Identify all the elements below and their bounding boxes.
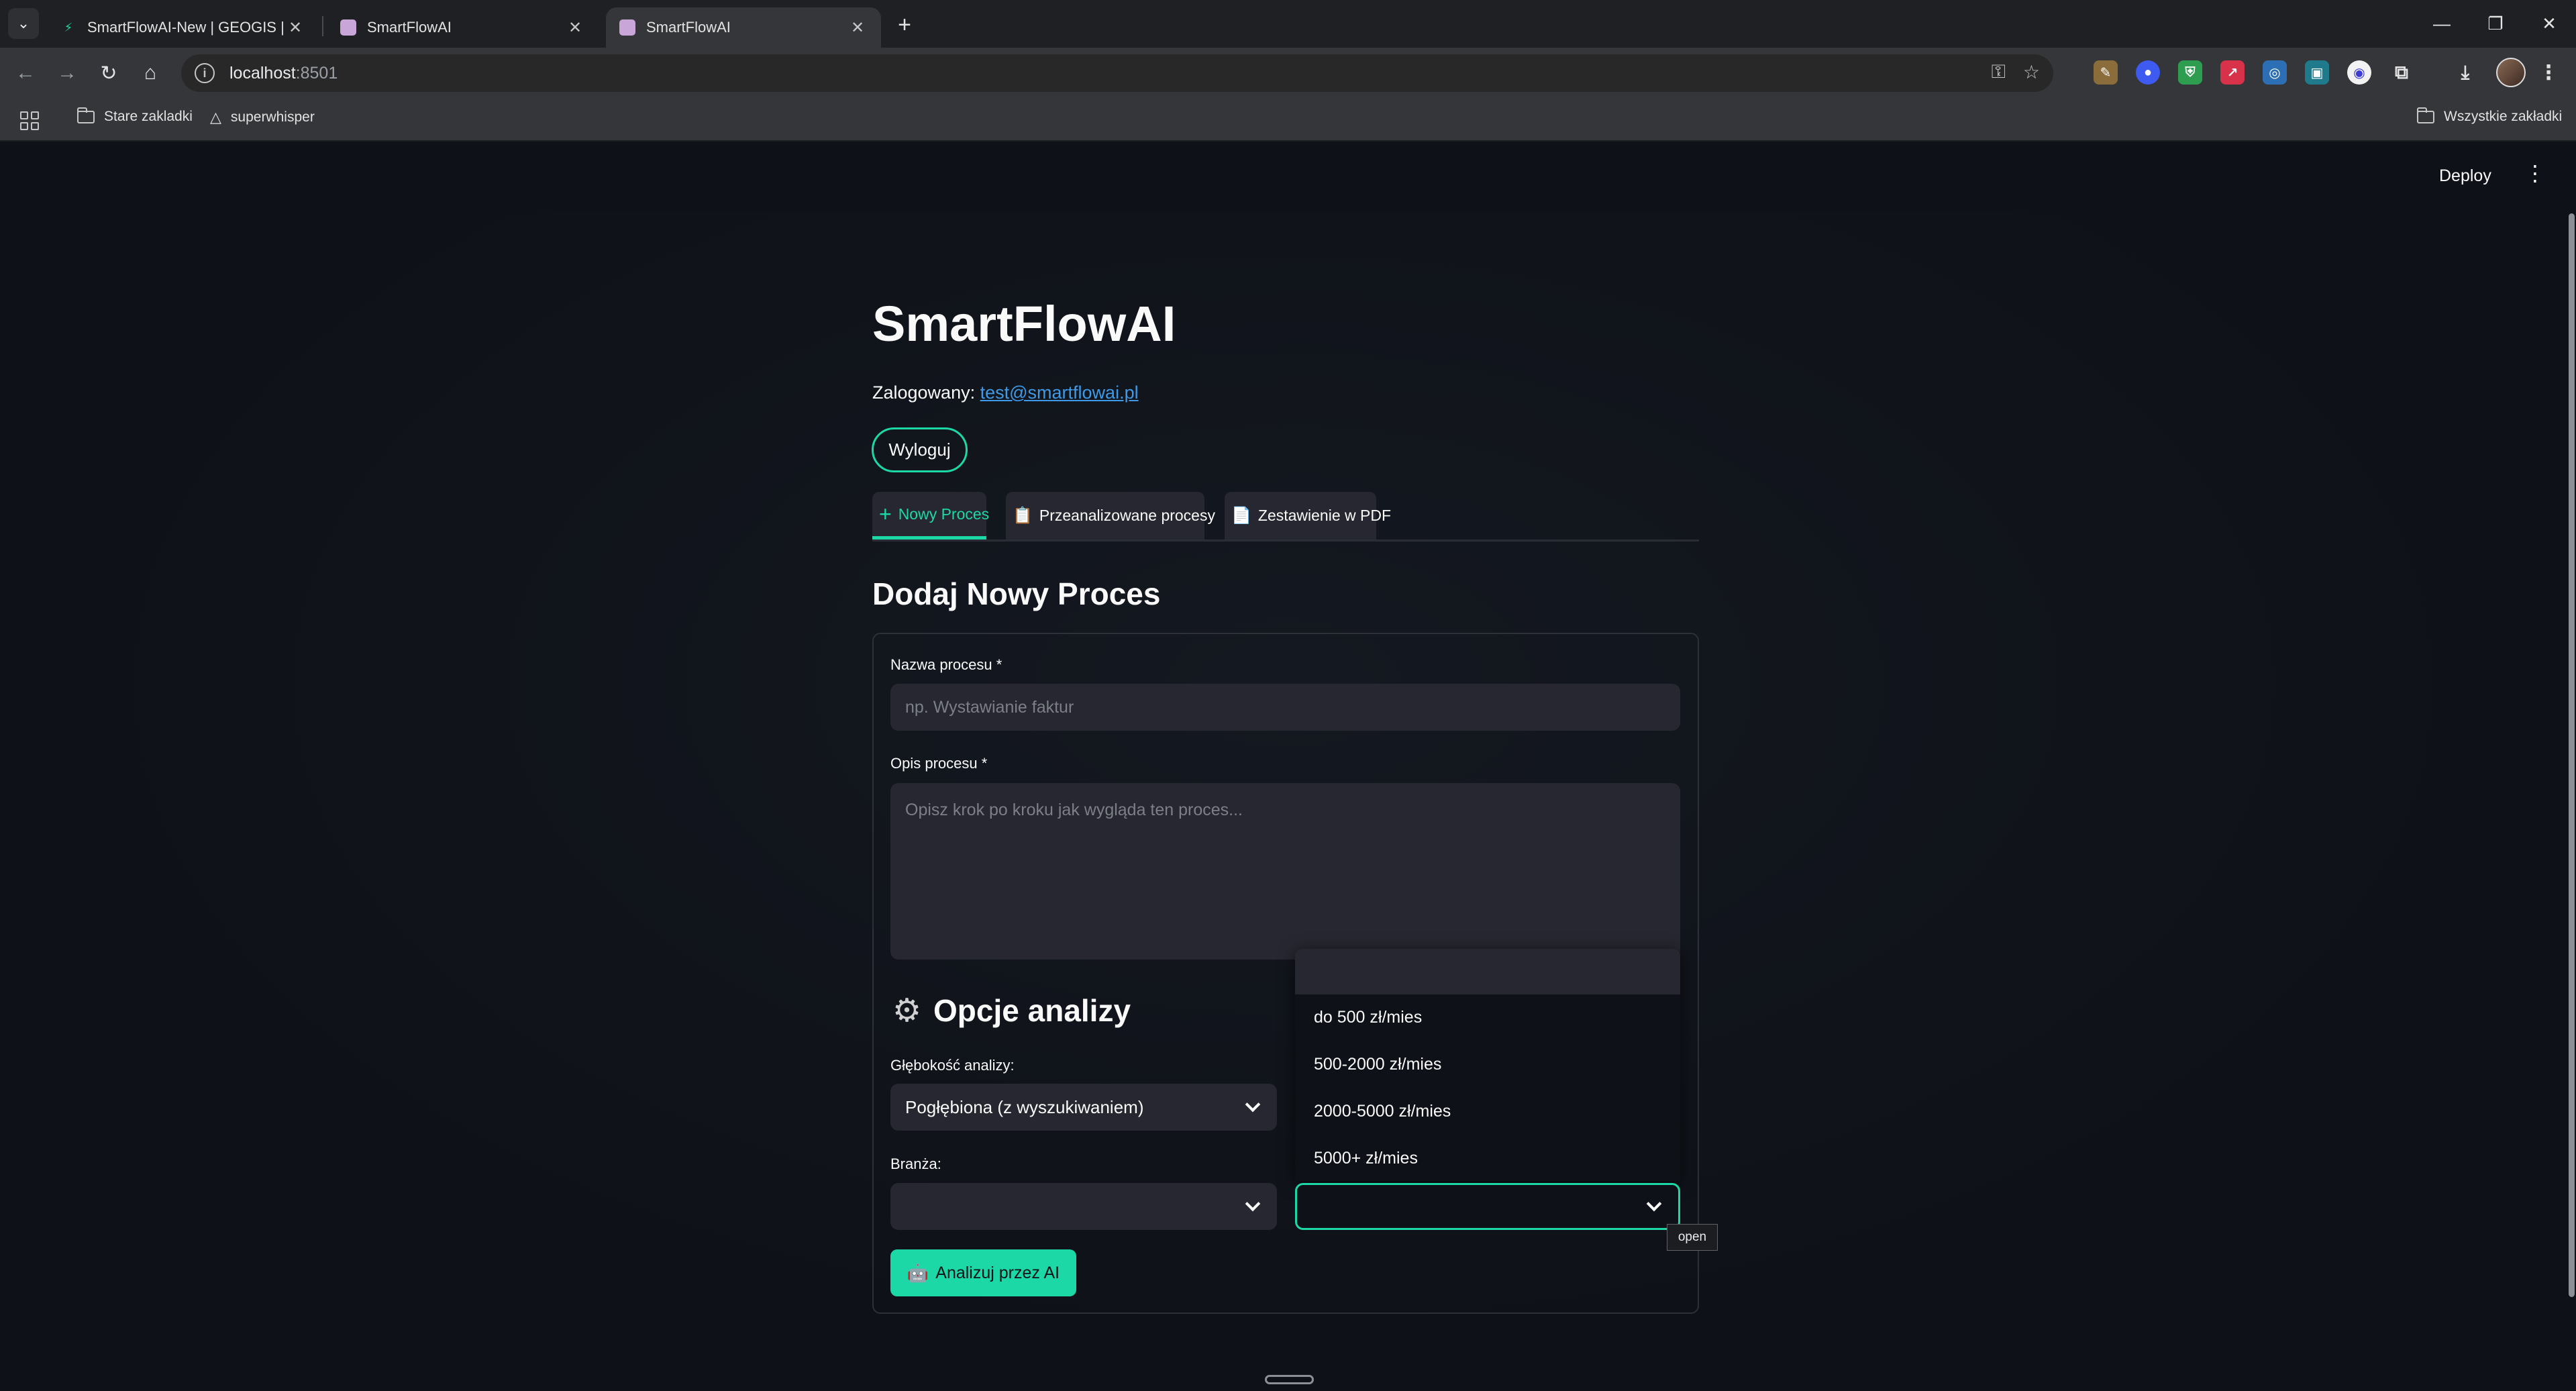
analyze-ai-button[interactable]: 🤖 Analizuj przez AI <box>890 1249 1076 1296</box>
close-icon[interactable]: ✕ <box>565 17 585 38</box>
tab-search-chevron-icon[interactable]: ⌄ <box>8 8 39 39</box>
resize-handle[interactable] <box>1265 1375 1314 1384</box>
all-bookmarks-label: Wszystkie zakładki <box>2444 109 2563 124</box>
address-bar[interactable]: i localhost :8501 ⚿ ☆ <box>181 54 2053 92</box>
tab-label: Przeanalizowane procesy <box>1039 507 1215 524</box>
logout-button[interactable]: Wyloguj <box>872 427 968 472</box>
bookmark-folder-stare[interactable]: Stare zakladki <box>77 107 193 125</box>
browser-toolbar: ← → ↻ ⌂ i localhost :8501 ⚿ ☆ ✎ ● ⛨ ↗ ◎ … <box>0 48 2576 99</box>
tab-zestawienie-pdf[interactable]: 📄 Zestawienie w PDF <box>1225 492 1391 539</box>
budget-option[interactable]: do 500 zł/mies <box>1314 1008 1422 1027</box>
tab-label: Nowy Proces <box>898 505 990 523</box>
process-name-input[interactable]: np. Wystawianie faktur <box>890 684 1680 731</box>
bookmarks-bar: Stare zakladki △ superwhisper Wszystkie … <box>0 99 2576 142</box>
extension-2-icon[interactable]: ● <box>2136 60 2160 85</box>
chevron-down-icon <box>1646 1196 1662 1212</box>
deploy-button[interactable]: Deploy <box>2439 166 2491 186</box>
tab-bar: + Nowy Proces 📋 Przeanalizowane procesy … <box>872 492 1699 542</box>
bookmark-label: superwhisper <box>230 109 315 125</box>
process-desc-label: Opis procesu * <box>890 755 988 772</box>
tab-label: Zestawienie w PDF <box>1257 507 1392 524</box>
back-arrow-icon[interactable]: ← <box>9 57 42 89</box>
logged-in-info: Zalogowany: test@smartflowai.pl <box>872 382 1139 403</box>
folder-icon <box>77 107 95 123</box>
extensions-puzzle-icon[interactable]: ⧉ <box>2389 60 2414 85</box>
profile-avatar[interactable] <box>2496 58 2526 87</box>
section-heading: Dodaj Nowy Proces <box>872 576 1161 611</box>
browser-menu-icon[interactable]: ⋮ <box>2536 60 2561 85</box>
password-key-icon[interactable]: ⚿ <box>1992 61 2006 83</box>
extension-6-icon[interactable]: ▣ <box>2305 60 2329 85</box>
bookmark-star-icon[interactable]: ☆ <box>2023 61 2040 83</box>
depth-select[interactable]: Pogłębiona (z wyszukiwaniem) <box>890 1084 1277 1131</box>
extension-4-icon[interactable]: ↗ <box>2220 60 2245 85</box>
window-close-icon[interactable]: ✕ <box>2522 0 2576 48</box>
home-icon[interactable]: ⌂ <box>134 57 166 89</box>
extension-7-icon[interactable]: ◉ <box>2347 60 2371 85</box>
tab-przeanalizowane[interactable]: 📋 Przeanalizowane procesy <box>1006 492 1215 539</box>
robot-icon <box>340 19 356 36</box>
bookmark-label: Stare zakladki <box>104 109 193 124</box>
chevron-down-icon <box>1245 1196 1261 1212</box>
url-host: localhost <box>229 63 296 83</box>
tab-title: SmartFlowAI-New | GEOGIS | Su <box>87 19 285 36</box>
industry-select[interactable] <box>890 1183 1277 1230</box>
reload-icon[interactable]: ↻ <box>93 57 125 89</box>
industry-label: Branża: <box>890 1155 941 1172</box>
document-icon: 📄 <box>1231 507 1251 525</box>
forward-arrow-icon[interactable]: → <box>51 57 83 89</box>
scrollbar-thumb[interactable] <box>2569 213 2575 1297</box>
page-title: SmartFlowAI <box>872 296 1176 352</box>
apps-grid-icon[interactable] <box>20 111 39 130</box>
close-icon[interactable]: ✕ <box>847 17 868 38</box>
download-icon[interactable]: ⤓ <box>2453 60 2477 85</box>
folder-icon <box>2417 107 2434 123</box>
close-icon[interactable]: ✕ <box>285 17 305 38</box>
clipboard-icon: 📋 <box>1013 507 1033 525</box>
budget-option[interactable]: 500-2000 zł/mies <box>1314 1055 1441 1074</box>
analysis-options-heading: ⚙ Opcje analizy <box>892 992 1131 1029</box>
gear-icon: ⚙ <box>892 993 922 1029</box>
plus-icon: + <box>879 501 892 526</box>
tab-title: SmartFlowAI <box>646 19 731 36</box>
browser-tab-3[interactable]: SmartFlowAI ✕ <box>606 7 881 48</box>
chevron-down-icon <box>1245 1096 1261 1113</box>
open-tooltip: open <box>1667 1224 1718 1251</box>
process-desc-textarea[interactable]: Opisz krok po kroku jak wygląda ten proc… <box>890 783 1680 960</box>
tab-title: SmartFlowAI <box>367 19 452 36</box>
analysis-options-title: Opcje analizy <box>933 993 1131 1028</box>
browser-tab-strip: ⌄ ⚡ SmartFlowAI-New | GEOGIS | Su ✕ Smar… <box>0 0 2576 48</box>
robot-icon <box>619 19 635 36</box>
depth-label: Głębokość analizy: <box>890 1057 1015 1074</box>
extension-1-icon[interactable]: ✎ <box>2094 60 2118 85</box>
budget-option[interactable]: 2000-5000 zł/mies <box>1314 1102 1451 1121</box>
budget-dropdown-menu: do 500 zł/mies 500-2000 zł/mies 2000-500… <box>1295 949 1680 1181</box>
bookmark-superwhisper[interactable]: △ superwhisper <box>210 109 315 126</box>
app-menu-kebab-icon[interactable]: ⋮ <box>2524 162 2546 184</box>
site-info-icon[interactable]: i <box>195 63 215 83</box>
app-header: Deploy ⋮ <box>0 142 2576 212</box>
minimize-icon[interactable]: — <box>2415 0 2469 48</box>
tab-nowy-proces[interactable]: + Nowy Proces <box>872 492 990 539</box>
analyze-label: Analizuj przez AI <box>935 1263 1060 1282</box>
extension-shield-icon[interactable]: ⛨ <box>2178 60 2202 85</box>
all-bookmarks-folder[interactable]: Wszystkie zakładki <box>2417 107 2563 125</box>
robot-icon: 🤖 <box>907 1262 929 1283</box>
restore-icon[interactable]: ❐ <box>2469 0 2522 48</box>
dropdown-header <box>1295 949 1680 994</box>
budget-option[interactable]: 5000+ zł/mies <box>1314 1149 1418 1168</box>
url-port: :8501 <box>295 63 338 83</box>
logged-in-label: Zalogowany: <box>872 382 976 403</box>
budget-select[interactable] <box>1295 1183 1680 1230</box>
triangle-icon: △ <box>210 109 221 125</box>
bolt-icon: ⚡ <box>64 20 73 34</box>
user-email-link[interactable]: test@smartflowai.pl <box>980 382 1139 403</box>
new-tab-plus-icon[interactable]: + <box>890 11 919 39</box>
browser-tab-1[interactable]: ⚡ SmartFlowAI-New | GEOGIS | Su ✕ <box>47 7 319 48</box>
extension-5-icon[interactable]: ◎ <box>2263 60 2287 85</box>
depth-value: Pogłębiona (z wyszukiwaniem) <box>905 1096 1144 1117</box>
browser-tab-2[interactable]: SmartFlowAI ✕ <box>327 7 599 48</box>
process-name-label: Nazwa procesu * <box>890 656 1002 673</box>
